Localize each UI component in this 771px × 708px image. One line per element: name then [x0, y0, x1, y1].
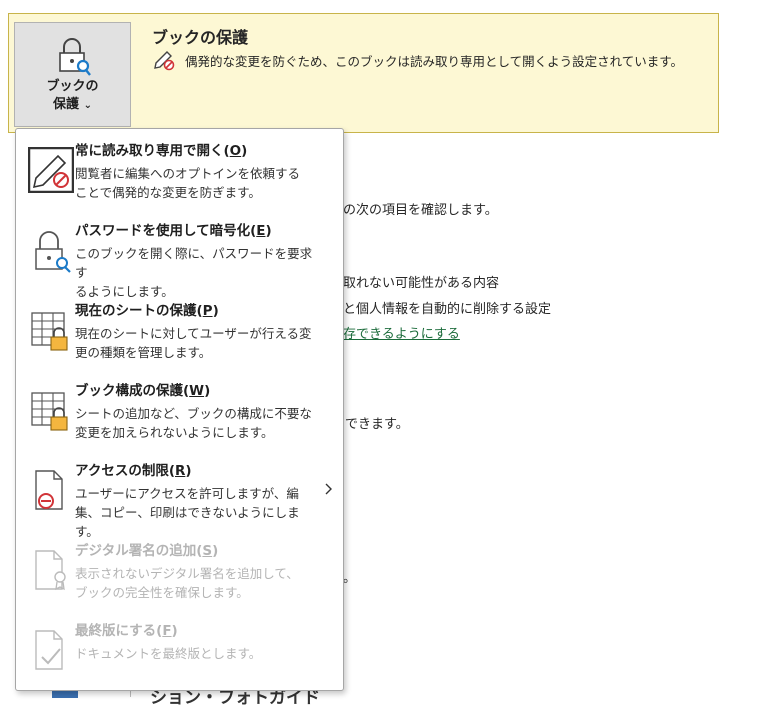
paren-close: )	[241, 143, 248, 159]
menu-item-protect-current-sheet[interactable]: 現在のシートの保護(P) 現在のシートに対してユーザーが行える変 更の種類を管理…	[16, 289, 343, 369]
menu-item-title: 最終版にする(	[75, 623, 163, 639]
menu-item-add-digital-signature[interactable]: デジタル署名の追加(S) 表示されないデジタル署名を追加して、 ブックの完全性を…	[16, 529, 343, 609]
access-key: P	[202, 303, 213, 319]
banner-title: ブックの保護	[152, 28, 249, 47]
read-only-pen-icon	[154, 51, 175, 71]
menu-item-always-open-read-only[interactable]: 常に読み取り専用で開く(O) 閲覧者に編集へのオプトインを依頼する ことで偶発的…	[16, 129, 343, 209]
menu-item-title: アクセスの制限(	[75, 463, 175, 479]
read-only-pen-icon	[28, 147, 74, 193]
menu-item-description: 表示されないデジタル署名を追加して、 ブックの完全性を確保します。	[75, 566, 299, 600]
menu-item-encrypt-with-password[interactable]: パスワードを使用して暗号化(E) このブックを開く際に、パスワードを要求す るよ…	[16, 209, 343, 299]
menu-item-title: デジタル署名の追加(	[75, 543, 203, 559]
access-key: R	[175, 463, 186, 479]
paren-close: )	[204, 383, 211, 399]
signature-ribbon-icon	[35, 550, 66, 591]
menu-item-mark-as-final[interactable]: 最終版にする(F) ドキュメントを最終版とします。	[16, 609, 343, 689]
protect-workbook-button[interactable]: ブックの 保護 ⌄	[14, 22, 131, 127]
info-text-4: できます。	[345, 417, 409, 432]
protect-button-label-1: ブックの	[46, 79, 99, 94]
paren-close: )	[212, 303, 219, 319]
menu-item-title: パスワードを使用して暗号化(	[75, 223, 257, 239]
menu-item-protect-workbook-structure[interactable]: ブック構成の保護(W) シートの追加など、ブックの構成に不要な 変更を加えられな…	[16, 369, 343, 449]
info-text-1: の次の項目を確認します。	[343, 203, 498, 218]
mark-final-icon	[35, 630, 63, 670]
banner-description: 偶発的な変更を防ぐため、このブックは読み取り専用として開くよう設定されています。	[185, 54, 684, 69]
paren-close: )	[265, 223, 272, 239]
lock-key-icon	[59, 38, 91, 76]
paren-close: )	[185, 463, 192, 479]
access-key: F	[162, 623, 172, 639]
menu-item-title: 現在のシートの保護(	[75, 303, 203, 319]
access-key: W	[189, 383, 205, 399]
access-key: S	[202, 543, 213, 559]
menu-item-description: 閲覧者に編集へのオプトインを依頼する ことで偶発的な変更を防ぎます。	[75, 166, 301, 200]
paren-close: )	[171, 623, 178, 639]
menu-item-description: 現在のシートに対してユーザーが行える変 更の種類を管理します。	[75, 326, 312, 360]
protect-button-label-2: 保護 ⌄	[53, 97, 92, 112]
menu-item-restrict-access[interactable]: アクセスの制限(R) ユーザーにアクセスを許可しますが、編 集、コピー、印刷はで…	[16, 449, 343, 539]
info-text-2: 取れない可能性がある内容	[343, 276, 500, 291]
access-key: E	[256, 223, 266, 239]
access-key: O	[229, 143, 242, 159]
protect-workbook-menu: 常に読み取り専用で開く(O) 閲覧者に編集へのオプトインを依頼する ことで偶発的…	[15, 128, 344, 691]
info-text-3: と個人情報を自動的に削除する設定	[343, 302, 552, 317]
lock-key-icon	[35, 231, 71, 273]
paren-close: )	[212, 543, 219, 559]
info-text-5: 。	[343, 571, 357, 586]
workbook-lock-icon	[31, 392, 68, 431]
info-link[interactable]: 存できるようにする	[343, 323, 460, 342]
menu-item-title: ブック構成の保護(	[75, 383, 190, 399]
chevron-right-icon	[325, 483, 332, 495]
restrict-access-icon	[35, 470, 63, 510]
sheet-lock-icon	[31, 312, 68, 351]
menu-item-description: シートの追加など、ブックの構成に不要な 変更を加えられないようにします。	[75, 406, 312, 440]
menu-item-title: 常に読み取り専用で開く(	[75, 143, 230, 159]
menu-item-description: ドキュメントを最終版とします。	[75, 646, 262, 661]
